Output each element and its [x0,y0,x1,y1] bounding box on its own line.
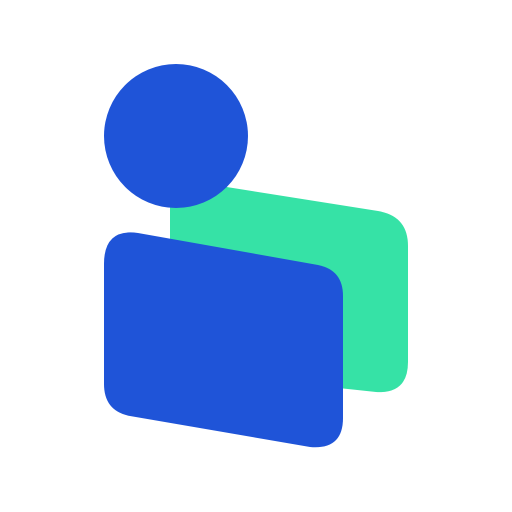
front-user-body-shape [104,232,343,448]
users-icon [104,64,408,448]
app-logo [0,0,512,512]
front-user-head-shape [104,64,248,208]
